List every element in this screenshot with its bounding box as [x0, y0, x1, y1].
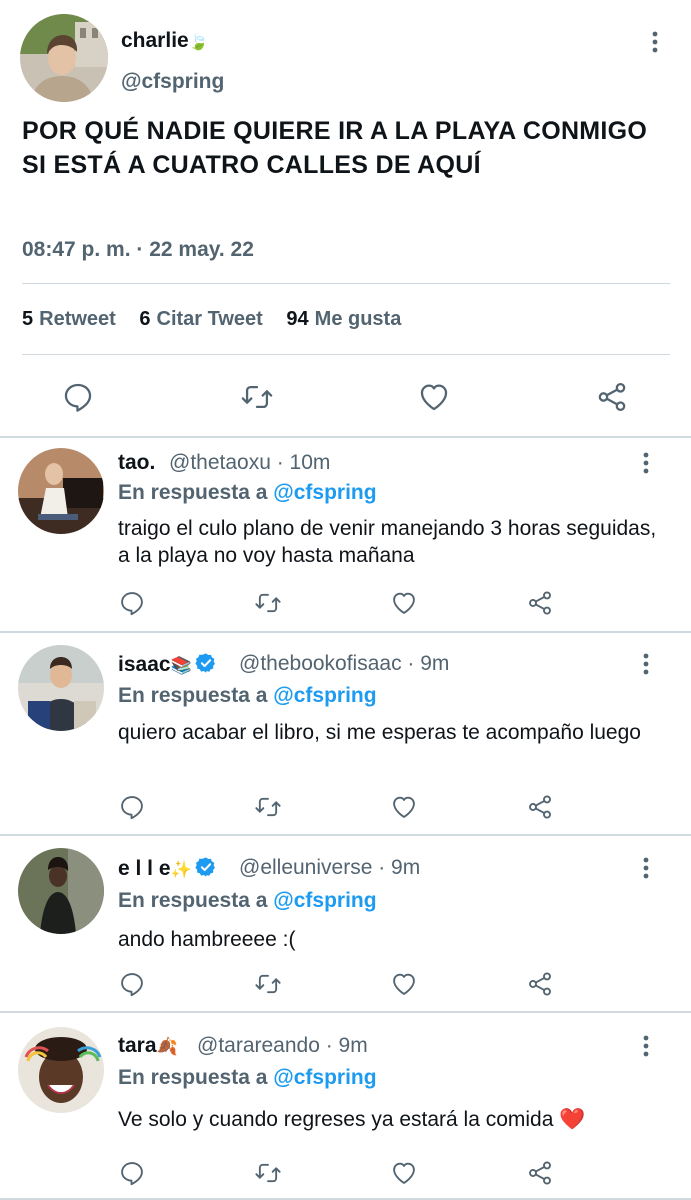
reply-name-text: tara — [118, 1034, 157, 1057]
reply-author-name[interactable]: tao. — [118, 451, 155, 475]
likes-stat[interactable]: 94 Me gusta — [286, 308, 401, 331]
reply-avatar[interactable] — [18, 1027, 104, 1113]
author-name[interactable]: charlie🍃 — [121, 29, 209, 53]
like-icon[interactable] — [390, 793, 418, 821]
share-icon[interactable] — [526, 589, 554, 617]
retweet-icon[interactable] — [254, 589, 282, 617]
reply-name-text: e l l e — [118, 857, 171, 880]
reply-tweet[interactable]: tao. @thetaoxu · 10m En respuesta a @cfs… — [0, 438, 691, 632]
reply-to-prefix: En respuesta a — [118, 684, 268, 707]
retweet-icon[interactable] — [254, 970, 282, 998]
main-tweet: charlie🍃 @cfspring POR QUÉ NADIE QUIERE … — [0, 0, 691, 438]
reply-handle-time[interactable]: @thetaoxu · 10m — [169, 451, 330, 475]
share-icon[interactable] — [526, 793, 554, 821]
retweets-label: Retweet — [39, 308, 116, 330]
reply-to-prefix: En respuesta a — [118, 889, 268, 912]
reply-avatar[interactable] — [18, 645, 104, 731]
like-icon[interactable] — [390, 970, 418, 998]
reply-name-text: isaac — [118, 653, 171, 676]
reply-author-name[interactable]: tara🍂 — [118, 1034, 178, 1058]
retweet-icon[interactable] — [254, 793, 282, 821]
tweet-stats: 5 Retweet 6 Citar Tweet 94 Me gusta — [22, 308, 419, 331]
retweet-icon[interactable] — [240, 380, 274, 414]
likes-label: Me gusta — [314, 308, 402, 330]
likes-count: 94 — [286, 308, 309, 330]
more-options-icon[interactable] — [636, 855, 656, 881]
books-emoji-icon: 📚 — [170, 656, 192, 676]
more-options-icon[interactable] — [645, 29, 665, 55]
reply-text: quiero acabar el libro, si me esperas te… — [118, 721, 641, 744]
quotes-stat[interactable]: 6 Citar Tweet — [139, 308, 262, 331]
mention-link[interactable]: @cfspring — [273, 684, 376, 707]
author-name-text: charlie — [121, 29, 189, 52]
reply-avatar[interactable] — [18, 848, 104, 934]
like-icon[interactable] — [417, 380, 451, 414]
retweets-count: 5 — [22, 308, 34, 330]
reply-handle-time[interactable]: @thebookofisaac · 9m — [239, 652, 449, 676]
reply-to-prefix: En respuesta a — [118, 481, 268, 504]
verified-badge-icon — [195, 856, 217, 878]
share-icon[interactable] — [526, 970, 554, 998]
retweet-icon[interactable] — [254, 1159, 282, 1187]
reply-to-line: En respuesta a @cfspring — [118, 684, 377, 708]
tweet-timestamp[interactable]: 08:47 p. m. · 22 may. 22 — [22, 238, 254, 262]
share-icon[interactable] — [526, 1159, 554, 1187]
reply-text: Ve solo y cuando regreses ya estará la c… — [118, 1108, 586, 1131]
reply-avatar[interactable] — [18, 448, 104, 534]
reply-to-prefix: En respuesta a — [118, 1066, 268, 1089]
author-avatar[interactable] — [20, 14, 108, 102]
reply-text: ando hambreeee :( — [118, 928, 296, 951]
tweet-text: POR QUÉ NADIE QUIERE IR A LA PLAYA CONMI… — [22, 117, 648, 179]
reply-tweet[interactable]: e l l e✨ @elleuniverse · 9m En respuesta… — [0, 836, 691, 1012]
reply-handle-time[interactable]: @tarareando · 9m — [197, 1034, 368, 1058]
reply-tweet[interactable]: tara🍂 @tarareando · 9m En respuesta a @c… — [0, 1013, 691, 1198]
sparkles-emoji-icon: ✨ — [170, 860, 192, 880]
like-icon[interactable] — [390, 589, 418, 617]
more-options-icon[interactable] — [636, 651, 656, 677]
share-icon[interactable] — [595, 380, 629, 414]
verified-badge-icon — [195, 652, 217, 674]
like-icon[interactable] — [390, 1159, 418, 1187]
reply-icon[interactable] — [118, 970, 146, 998]
more-options-icon[interactable] — [636, 1033, 656, 1059]
divider — [22, 354, 670, 355]
reply-icon[interactable] — [118, 589, 146, 617]
quotes-count: 6 — [139, 308, 151, 330]
reply-handle-time[interactable]: @elleuniverse · 9m — [239, 856, 420, 880]
reply-to-line: En respuesta a @cfspring — [118, 481, 377, 505]
fallen-leaf-emoji-icon: 🍂 — [156, 1037, 178, 1057]
quotes-label: Citar Tweet — [156, 308, 263, 330]
retweets-stat[interactable]: 5 Retweet — [22, 308, 116, 331]
reply-author-name[interactable]: isaac📚 — [118, 652, 217, 677]
reply-tweet[interactable]: isaac📚 @thebookofisaac · 9m En respuesta… — [0, 633, 691, 835]
divider — [22, 283, 670, 284]
reply-text: traigo el culo plano de venir manejando … — [118, 517, 657, 567]
mention-link[interactable]: @cfspring — [273, 889, 376, 912]
leaf-emoji-icon: 🍃 — [188, 32, 209, 51]
mention-link[interactable]: @cfspring — [273, 481, 376, 504]
mention-link[interactable]: @cfspring — [273, 1066, 376, 1089]
author-handle[interactable]: @cfspring — [121, 70, 224, 94]
reply-icon[interactable] — [118, 1159, 146, 1187]
reply-to-line: En respuesta a @cfspring — [118, 1066, 377, 1090]
reply-author-name[interactable]: e l l e✨ — [118, 856, 217, 881]
reply-icon[interactable] — [61, 380, 95, 414]
reply-icon[interactable] — [118, 793, 146, 821]
reply-name-text: tao. — [118, 451, 156, 474]
more-options-icon[interactable] — [636, 450, 656, 476]
reply-to-line: En respuesta a @cfspring — [118, 889, 377, 913]
